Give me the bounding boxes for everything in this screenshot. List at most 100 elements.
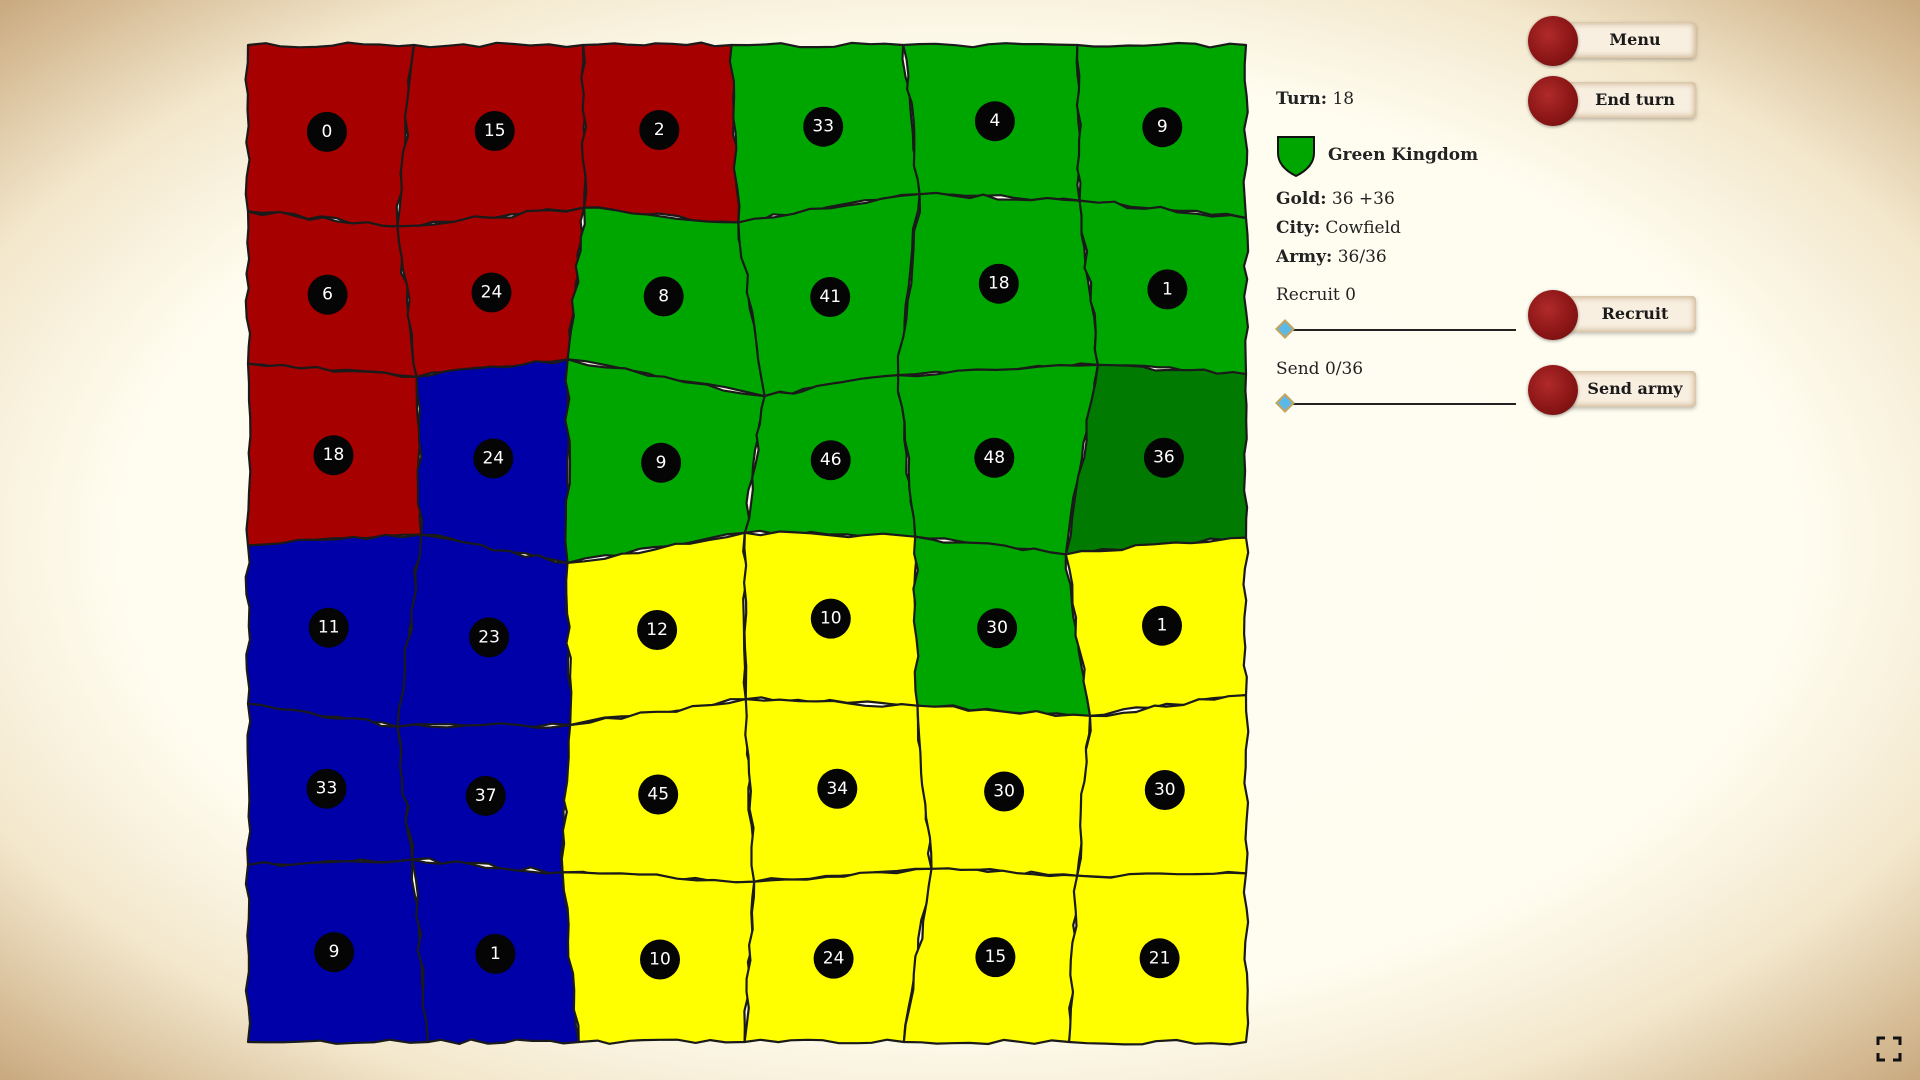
turn-label: Turn: xyxy=(1276,89,1328,109)
army-count: 33 xyxy=(812,117,834,137)
army-marker[interactable]: 46 xyxy=(810,440,851,481)
army-marker[interactable]: 33 xyxy=(803,106,844,147)
end-turn-button[interactable]: End turn xyxy=(1528,76,1696,126)
game-map[interactable]: 0 15 2 33 4 9 6 24 8 41 18 1 18 24 9 46 48 36 11 23 12 10 30 1 3… xyxy=(244,41,1250,1046)
army-marker[interactable]: 37 xyxy=(465,775,506,816)
recruit-slider-track[interactable] xyxy=(1286,329,1516,331)
gold-info: Gold: 36 +36 xyxy=(1276,189,1395,209)
army-count: 8 xyxy=(658,286,669,306)
send-army-button-label: Send army xyxy=(1587,379,1683,398)
army-count: 45 xyxy=(647,785,669,805)
army-marker[interactable]: 8 xyxy=(643,276,684,317)
recruit-label: Recruit 0 xyxy=(1276,285,1356,305)
army-count: 30 xyxy=(993,782,1015,802)
army-marker[interactable]: 18 xyxy=(313,435,354,476)
army-count: 30 xyxy=(986,618,1008,638)
army-count: 48 xyxy=(983,448,1005,468)
recruit-slider[interactable] xyxy=(1275,319,1516,339)
army-count: 37 xyxy=(475,786,497,806)
recruit-button-label: Recruit xyxy=(1601,304,1669,323)
army-count: 46 xyxy=(820,450,842,470)
army-marker[interactable]: 4 xyxy=(974,101,1015,142)
wax-seal-icon xyxy=(1528,16,1578,66)
army-count: 1 xyxy=(1157,616,1168,636)
army-marker[interactable]: 9 xyxy=(1142,107,1183,148)
gold-value: 36 +36 xyxy=(1331,189,1395,209)
army-value: 36/36 xyxy=(1337,247,1387,267)
army-count: 6 xyxy=(322,285,333,305)
send-label: Send 0/36 xyxy=(1276,359,1364,379)
army-count: 33 xyxy=(316,779,338,799)
army-count: 0 xyxy=(321,122,332,142)
menu-button[interactable]: Menu xyxy=(1528,16,1696,66)
army-count: 21 xyxy=(1149,948,1171,968)
army-marker[interactable]: 30 xyxy=(984,771,1025,812)
army-count: 10 xyxy=(649,950,671,970)
army-marker[interactable]: 11 xyxy=(308,607,349,648)
army-marker[interactable]: 21 xyxy=(1139,938,1180,979)
send-slider-track[interactable] xyxy=(1286,403,1516,405)
gold-label: Gold: xyxy=(1276,189,1327,209)
army-marker[interactable]: 30 xyxy=(977,608,1018,649)
send-slider[interactable] xyxy=(1275,393,1516,413)
army-info: Army: 36/36 xyxy=(1276,247,1387,267)
army-count: 41 xyxy=(819,287,841,307)
wax-seal-icon xyxy=(1528,365,1578,415)
send-slider-thumb[interactable] xyxy=(1275,393,1295,413)
send-army-button[interactable]: Send army xyxy=(1528,365,1696,415)
army-marker[interactable]: 24 xyxy=(473,438,514,479)
army-marker[interactable]: 33 xyxy=(306,768,347,809)
army-marker[interactable]: 15 xyxy=(975,937,1016,978)
army-count: 24 xyxy=(481,283,503,303)
army-marker[interactable]: 6 xyxy=(307,274,348,315)
army-count: 9 xyxy=(1157,117,1168,137)
army-count: 11 xyxy=(318,618,340,638)
army-count: 36 xyxy=(1153,448,1175,468)
army-marker[interactable]: 23 xyxy=(469,617,510,658)
army-count: 9 xyxy=(329,942,340,962)
army-count: 24 xyxy=(823,949,845,969)
army-marker[interactable]: 34 xyxy=(817,768,858,809)
fullscreen-icon[interactable] xyxy=(1876,1036,1902,1062)
turn-info: Turn: 18 xyxy=(1276,89,1354,109)
army-count: 15 xyxy=(985,947,1007,967)
army-count: 9 xyxy=(656,453,667,473)
army-marker[interactable]: 1 xyxy=(1147,269,1188,310)
army-label: Army: xyxy=(1276,247,1333,267)
army-marker[interactable]: 36 xyxy=(1143,437,1184,478)
army-marker[interactable]: 2 xyxy=(639,110,680,150)
army-marker[interactable]: 10 xyxy=(810,598,851,639)
wax-seal-icon xyxy=(1528,76,1578,126)
army-marker[interactable]: 1 xyxy=(475,933,516,974)
army-count: 15 xyxy=(484,121,506,141)
recruit-button[interactable]: Recruit xyxy=(1528,290,1696,340)
army-marker[interactable]: 48 xyxy=(974,437,1015,478)
army-marker[interactable]: 24 xyxy=(813,938,854,979)
army-marker[interactable]: 41 xyxy=(810,277,851,317)
army-count: 23 xyxy=(478,627,500,647)
army-count: 24 xyxy=(482,449,504,469)
army-count: 12 xyxy=(646,620,668,640)
army-marker[interactable]: 0 xyxy=(306,111,347,152)
army-marker[interactable]: 18 xyxy=(978,263,1019,304)
army-marker[interactable]: 9 xyxy=(314,932,355,973)
army-count: 30 xyxy=(1154,780,1176,800)
city-value: Cowfield xyxy=(1325,218,1401,238)
army-marker[interactable]: 15 xyxy=(474,111,515,151)
army-marker[interactable]: 45 xyxy=(638,774,679,815)
recruit-slider-thumb[interactable] xyxy=(1275,319,1295,339)
territory-map[interactable]: 0 15 2 33 4 9 6 24 8 41 18 1 18 24 9 46 48 36 11 23 12 10 30 1 3… xyxy=(244,41,1250,1046)
army-count: 2 xyxy=(654,120,665,140)
army-marker[interactable]: 30 xyxy=(1144,770,1185,810)
army-marker[interactable]: 24 xyxy=(471,272,512,313)
army-marker[interactable]: 12 xyxy=(637,610,678,650)
army-count: 1 xyxy=(1162,279,1173,299)
army-marker[interactable]: 10 xyxy=(640,939,680,980)
city-info: City: Cowfield xyxy=(1276,218,1401,238)
army-marker[interactable]: 9 xyxy=(641,442,682,483)
army-count: 18 xyxy=(323,445,345,465)
army-marker[interactable]: 1 xyxy=(1142,605,1182,646)
menu-button-label: Menu xyxy=(1609,30,1661,49)
army-count: 34 xyxy=(826,779,848,799)
army-count: 18 xyxy=(988,274,1010,294)
